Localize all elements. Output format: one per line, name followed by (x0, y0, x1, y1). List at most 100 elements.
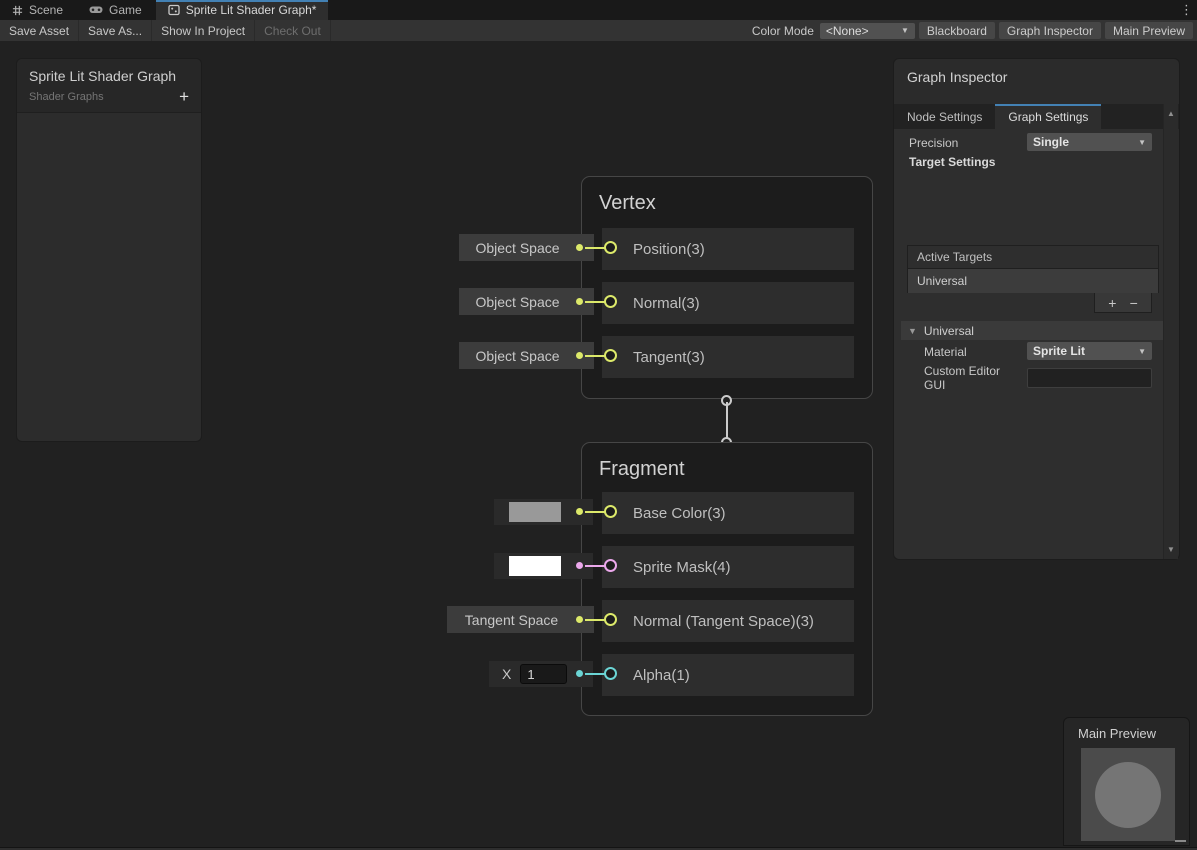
base-color-slot[interactable]: Base Color(3) (602, 492, 854, 534)
preview-viewport[interactable] (1081, 748, 1175, 841)
save-as-button[interactable]: Save As... (79, 20, 152, 41)
add-target-button[interactable]: + (1108, 294, 1116, 312)
save-asset-button[interactable]: Save Asset (0, 20, 79, 41)
normal-tangent-space-selector[interactable]: Tangent Space (447, 606, 594, 633)
tangent-space-selector[interactable]: Object Space (459, 342, 594, 369)
active-targets-header: Active Targets (908, 246, 1158, 269)
sprite-mask-slot[interactable]: Sprite Mask(4) (602, 546, 854, 588)
blackboard-toggle-button[interactable]: Blackboard (919, 22, 995, 39)
position-input-dot (576, 244, 583, 251)
material-label: Material (924, 345, 967, 359)
normal-tangent-space-slot[interactable]: Normal (Tangent Space)(3) (602, 600, 854, 642)
tab-scene[interactable]: Scene (0, 0, 75, 20)
vertex-node-title: Vertex (582, 177, 872, 215)
color-mode-value: <None> (826, 24, 869, 38)
base-color-swatch[interactable] (509, 502, 561, 522)
alpha-slot[interactable]: Alpha(1) (602, 654, 854, 696)
vertex-tangent-slot[interactable]: Tangent(3) (602, 336, 854, 378)
fragment-node[interactable]: Fragment Base Color(3) Sprite Mask(4) No… (581, 442, 873, 716)
vertex-normal-slot[interactable]: Normal(3) (602, 282, 854, 324)
blackboard-subtitle: Shader Graphs (29, 91, 104, 103)
blackboard-panel[interactable]: Sprite Lit Shader Graph Shader Graphs + (16, 58, 202, 442)
base-color-edge (585, 511, 605, 513)
vertex-node[interactable]: Vertex Position(3) Normal(3) Tangent(3) (581, 176, 873, 399)
foldout-arrow-icon: ▼ (908, 326, 917, 336)
check-out-button: Check Out (255, 20, 331, 41)
alpha-edge (585, 673, 605, 675)
chevron-down-icon: ▼ (901, 26, 909, 35)
normal-input-dot (576, 298, 583, 305)
alpha-port[interactable] (604, 667, 617, 680)
main-preview-panel[interactable]: Main Preview (1063, 717, 1190, 846)
precision-value: Single (1033, 135, 1069, 149)
shader-graph-toolbar: Save Asset Save As... Show In Project Ch… (0, 20, 1197, 42)
scene-grid-icon (12, 5, 23, 16)
position-edge (585, 247, 605, 249)
show-in-project-button[interactable]: Show In Project (152, 20, 255, 41)
tab-shader-graph-label: Sprite Lit Shader Graph* (186, 3, 317, 17)
vertex-tangent-label: Tangent(3) (633, 349, 705, 366)
sprite-mask-edge (585, 565, 605, 567)
active-targets-list: Active Targets Universal (907, 245, 1159, 293)
window-tab-bar: Scene Game Sprite Lit Shader Graph* ⋮ (0, 0, 1197, 20)
custom-editor-gui-label-line1: Custom Editor (924, 364, 1000, 378)
target-list-toolbar: + − (1094, 293, 1152, 313)
base-color-input-dot (576, 508, 583, 515)
scroll-down-icon[interactable]: ▼ (1167, 545, 1175, 554)
precision-dropdown[interactable]: Single ▼ (1027, 133, 1152, 151)
alpha-x-label: X (502, 666, 511, 682)
normal-ts-input-dot (576, 616, 583, 623)
position-space-selector[interactable]: Object Space (459, 234, 594, 261)
sprite-mask-swatch[interactable] (509, 556, 561, 576)
main-preview-toggle-button[interactable]: Main Preview (1105, 22, 1193, 39)
normal-port[interactable] (604, 295, 617, 308)
alpha-value-input[interactable] (520, 664, 567, 684)
tab-node-settings[interactable]: Node Settings (894, 104, 995, 129)
normal-ts-port[interactable] (604, 613, 617, 626)
tab-game[interactable]: Game (77, 0, 154, 20)
preview-resize-handle[interactable] (1175, 840, 1186, 842)
shader-graph-icon (168, 4, 180, 16)
universal-foldout-label: Universal (924, 324, 974, 338)
chevron-down-icon: ▼ (1138, 138, 1146, 147)
fragment-node-title: Fragment (582, 443, 872, 481)
tangent-input-dot (576, 352, 583, 359)
graph-inspector-title: Graph Inspector (894, 59, 1179, 85)
inspector-scrollbar[interactable]: ▲ ▼ (1163, 104, 1178, 559)
tab-game-label: Game (109, 3, 142, 17)
alpha-label: Alpha(1) (633, 667, 690, 684)
chevron-down-icon: ▼ (1138, 347, 1146, 356)
tangent-port[interactable] (604, 349, 617, 362)
gamepad-icon (89, 5, 103, 15)
tangent-edge (585, 355, 605, 357)
tab-shader-graph[interactable]: Sprite Lit Shader Graph* (156, 0, 329, 20)
normal-space-selector[interactable]: Object Space (459, 288, 594, 315)
precision-label: Precision (909, 136, 958, 150)
universal-foldout[interactable]: ▼ Universal (901, 321, 1168, 340)
vertex-position-slot[interactable]: Position(3) (602, 228, 854, 270)
color-mode-dropdown[interactable]: <None> ▼ (820, 23, 915, 39)
active-target-item-universal[interactable]: Universal (908, 269, 1158, 293)
scroll-up-icon[interactable]: ▲ (1167, 109, 1175, 118)
base-color-port[interactable] (604, 505, 617, 518)
vertex-normal-label: Normal(3) (633, 295, 700, 312)
vertex-fragment-edge (726, 402, 728, 440)
graph-canvas[interactable]: Sprite Lit Shader Graph Shader Graphs + … (0, 41, 1197, 847)
graph-inspector-panel[interactable]: Graph Inspector Node Settings Graph Sett… (893, 58, 1180, 560)
remove-target-button[interactable]: − (1130, 294, 1138, 312)
tab-graph-settings[interactable]: Graph Settings (995, 104, 1101, 129)
sprite-mask-port[interactable] (604, 559, 617, 572)
custom-editor-gui-field[interactable] (1027, 368, 1152, 388)
window-menu-icon[interactable]: ⋮ (1180, 1, 1193, 19)
graph-inspector-toggle-button[interactable]: Graph Inspector (999, 22, 1101, 39)
base-color-label: Base Color(3) (633, 505, 726, 522)
blackboard-title: Sprite Lit Shader Graph (29, 68, 189, 84)
normal-tangent-space-label: Normal (Tangent Space)(3) (633, 613, 814, 630)
normal-ts-edge (585, 619, 605, 621)
normal-edge (585, 301, 605, 303)
sprite-mask-input-dot (576, 562, 583, 569)
material-dropdown[interactable]: Sprite Lit ▼ (1027, 342, 1152, 360)
position-port[interactable] (604, 241, 617, 254)
target-settings-label: Target Settings (909, 155, 995, 169)
add-property-button[interactable]: + (179, 90, 189, 104)
